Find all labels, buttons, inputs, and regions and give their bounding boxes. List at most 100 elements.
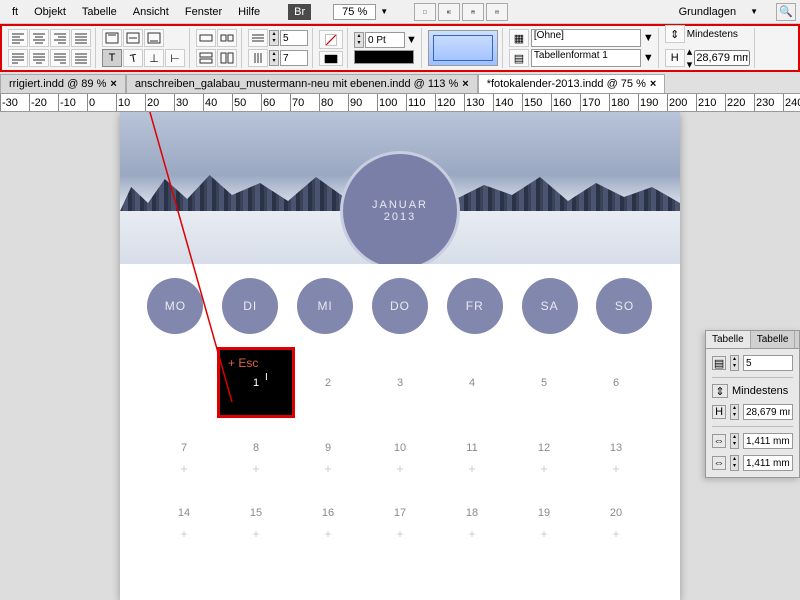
close-icon[interactable]: × [110, 78, 116, 90]
close-icon[interactable]: × [462, 78, 468, 90]
fill-swatch-icon[interactable] [319, 51, 343, 66]
horizontal-ruler[interactable]: -30-20-100102030405060708090100110120130… [0, 94, 800, 112]
view-mode-icon[interactable] [414, 3, 436, 21]
align-right-icon[interactable] [50, 29, 70, 47]
chevron-down-icon[interactable]: ▼ [378, 7, 390, 16]
align-justify-icon[interactable] [71, 29, 91, 47]
stepper-icon[interactable]: ▴▾ [730, 455, 739, 471]
calendar-cell[interactable]: + EscI1 [220, 350, 292, 415]
chevron-down-icon[interactable]: ▼ [406, 34, 417, 46]
calendar-cell[interactable]: 19+ [508, 480, 580, 545]
calendar-cell[interactable]: 10+ [364, 415, 436, 480]
stepper-icon[interactable]: ▴▾ [354, 32, 364, 48]
calendar-cell[interactable]: 11+ [436, 415, 508, 480]
para-align-group [4, 28, 96, 68]
row-height-input[interactable] [694, 50, 750, 66]
no-fill-icon[interactable] [319, 30, 343, 49]
valign-top-icon[interactable] [102, 29, 122, 47]
calendar-cell[interactable]: 14+ [148, 480, 220, 545]
close-icon[interactable]: × [650, 78, 656, 90]
view-mode-icon[interactable] [486, 3, 508, 21]
rows-input[interactable] [280, 30, 308, 46]
calendar-cell[interactable]: 7+ [148, 415, 220, 480]
panel-height-input[interactable] [743, 404, 793, 420]
stepper-icon[interactable]: ▴▾ [269, 50, 279, 66]
ruler-tick: 90 [348, 94, 362, 111]
chevron-down-icon[interactable]: ▼ [643, 32, 654, 44]
calendar-cell[interactable]: 16+ [292, 480, 364, 545]
split-v-icon[interactable] [217, 49, 237, 67]
panel-w-input[interactable] [743, 433, 793, 449]
panel-h-input[interactable] [743, 455, 793, 471]
menu-item[interactable]: Objekt [26, 6, 74, 18]
chevron-down-icon[interactable]: ▼ [748, 7, 760, 16]
merge-cells-icon[interactable] [196, 29, 216, 47]
text-rotate-icon[interactable]: ⊥ [144, 49, 164, 67]
text-orientation-icon[interactable]: T [102, 49, 122, 67]
calendar-cell[interactable]: 8+ [220, 415, 292, 480]
stroke-weight-input[interactable] [365, 32, 405, 48]
menu-item[interactable]: Hilfe [230, 6, 268, 18]
table-panel[interactable]: Tabelle Tabelle ▤ ▴▾ ⇕ Mindestens H ▴▾ ⇔… [705, 330, 800, 478]
split-cells-icon[interactable] [217, 29, 237, 47]
calendar-cell[interactable]: 13+ [580, 415, 652, 480]
stepper-icon[interactable]: ▴▾ [687, 45, 693, 71]
table-style-select[interactable]: Tabellenformat 1 [531, 49, 641, 67]
align-icon[interactable] [71, 49, 91, 67]
plus-icon: + [396, 462, 403, 476]
stepper-icon[interactable]: ▴▾ [730, 355, 739, 371]
ruler-tick: 230 [754, 94, 774, 111]
split-h-icon[interactable] [196, 49, 216, 67]
panel-tab[interactable]: Tabelle [706, 331, 751, 348]
menu-item[interactable]: Ansicht [125, 6, 177, 18]
valign-middle-icon[interactable] [123, 29, 143, 47]
date-number: 7 [181, 442, 187, 454]
text-rotate-icon[interactable]: ⊢ [165, 49, 185, 67]
document-canvas[interactable]: JANUAR 2013 MODIMIDOFRSASO + EscI1234567… [0, 112, 800, 600]
calendar-cell[interactable]: 20+ [580, 480, 652, 545]
view-mode-icon[interactable] [462, 3, 484, 21]
text-rotate-icon[interactable]: T [123, 49, 143, 67]
stepper-icon[interactable]: ▴▾ [730, 433, 739, 449]
calendar-cell[interactable]: 6 [580, 350, 652, 415]
stroke-style-preview[interactable] [354, 50, 414, 64]
date-number: 6 [613, 377, 619, 389]
calendar-cell[interactable]: 4 [436, 350, 508, 415]
align-left-icon[interactable] [8, 29, 28, 47]
search-icon[interactable]: 🔍 [776, 3, 796, 21]
calendar-cell[interactable]: 18+ [436, 480, 508, 545]
calendar-grid[interactable]: + EscI1234567+8+9+10+11+12+13+14+15+16+1… [120, 350, 680, 545]
valign-bottom-icon[interactable] [144, 29, 164, 47]
document-tab[interactable]: rrigiert.indd @ 89 %× [0, 74, 126, 93]
panel-tab[interactable]: Tabelle [751, 331, 796, 348]
calendar-cell[interactable]: 5 [508, 350, 580, 415]
menu-item[interactable]: Fenster [177, 6, 230, 18]
chevron-down-icon[interactable]: ▼ [643, 52, 654, 64]
stepper-icon[interactable]: ▴▾ [730, 404, 739, 420]
align-icon[interactable] [50, 49, 70, 67]
menu-item[interactable]: Tabelle [74, 6, 125, 18]
border-proxy-icon[interactable] [428, 30, 498, 66]
align-icon[interactable] [29, 49, 49, 67]
bridge-button[interactable]: Br [288, 4, 311, 20]
zoom-level[interactable]: 75 % [333, 4, 376, 20]
cols-input[interactable] [280, 50, 308, 66]
calendar-cell[interactable]: 3 [364, 350, 436, 415]
cell-style-select[interactable]: [Ohne] [531, 29, 641, 47]
calendar-cell[interactable]: 9+ [292, 415, 364, 480]
menu-item[interactable]: ft [4, 6, 26, 18]
calendar-cell[interactable]: 17+ [364, 480, 436, 545]
align-icon[interactable] [8, 49, 28, 67]
calendar-cell[interactable]: 15+ [220, 480, 292, 545]
height-icon: H [712, 405, 726, 419]
calendar-cell[interactable]: 12+ [508, 415, 580, 480]
calendar-cell[interactable]: 2 [292, 350, 364, 415]
document-tab[interactable]: *fotokalender-2013.indd @ 75 %× [478, 74, 666, 93]
panel-rows-input[interactable] [743, 355, 793, 371]
workspace-selector[interactable]: Grundlagen [671, 6, 745, 18]
calendar-cell[interactable] [148, 350, 220, 415]
align-center-icon[interactable] [29, 29, 49, 47]
view-mode-icon[interactable] [438, 3, 460, 21]
stepper-icon[interactable]: ▴▾ [269, 30, 279, 46]
document-tab[interactable]: anschreiben_galabau_mustermann-neu mit e… [126, 74, 478, 93]
